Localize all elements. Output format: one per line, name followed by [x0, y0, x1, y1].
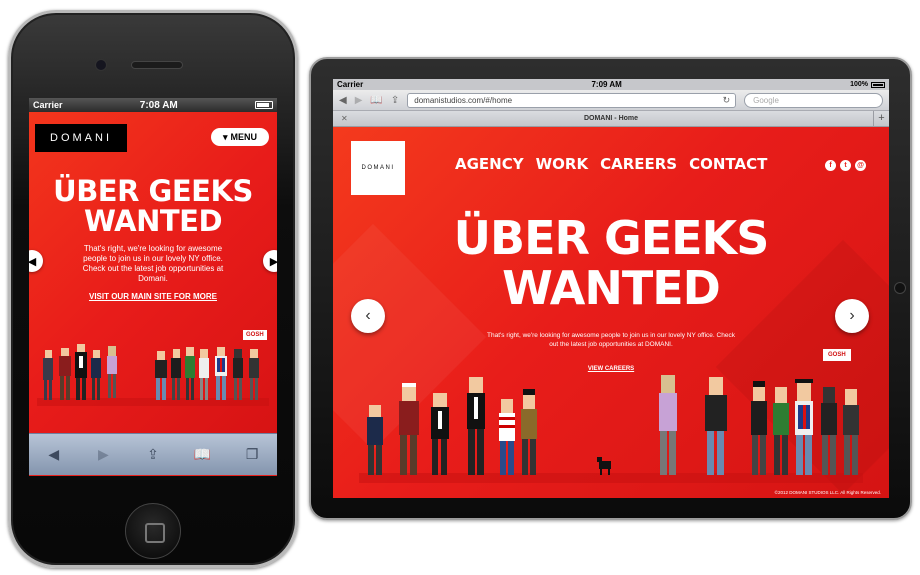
- next-slide-button[interactable]: ›: [835, 299, 869, 333]
- headline-line-2: WANTED: [83, 204, 223, 238]
- nav-item-work[interactable]: WORK: [536, 155, 588, 173]
- previous-slide-button[interactable]: ◀: [29, 250, 43, 272]
- battery-icon: [254, 101, 273, 109]
- bookmarks-icon[interactable]: 📖: [188, 446, 218, 463]
- tabs-icon[interactable]: ❐: [237, 446, 267, 463]
- share-icon[interactable]: ⇪: [391, 95, 399, 106]
- ipad-screen: Carrier 7:09 AM 100% ◀ ▶ 📖 ⇪ domanistudi…: [333, 79, 889, 498]
- battery-percent: 100%: [850, 81, 868, 88]
- iphone-device: Carrier 7:08 AM DOMANI ▾ MENU ÜBER GEEKS…: [8, 10, 298, 568]
- mobile-page: DOMANI ▾ MENU ÜBER GEEKS WANTED ◀ ▶ That…: [29, 112, 277, 433]
- carrier-label: Carrier: [33, 100, 63, 110]
- headline-line-2: WANTED: [502, 261, 721, 315]
- chevron-right-icon: ▶: [269, 255, 277, 268]
- speech-bubble: GOSH: [823, 349, 851, 361]
- chevron-right-icon: ›: [849, 307, 855, 324]
- main-nav: AGENCY WORK CAREERS CONTACT: [455, 155, 767, 173]
- page-headline: ÜBER GEEKS WANTED: [29, 176, 277, 236]
- home-button[interactable]: [125, 503, 181, 559]
- url-text: domanistudios.com/#/home: [414, 95, 513, 105]
- search-field[interactable]: Google: [744, 92, 883, 108]
- view-careers-link[interactable]: VIEW CAREERS: [333, 366, 889, 372]
- search-placeholder: Google: [753, 95, 779, 105]
- triangle-down-icon: ▾: [222, 131, 228, 142]
- facebook-icon[interactable]: f: [825, 160, 836, 171]
- nav-item-contact[interactable]: CONTACT: [689, 155, 767, 173]
- address-bar[interactable]: domanistudios.com/#/home ↻: [407, 92, 737, 108]
- domani-logo[interactable]: DOMANI: [351, 141, 405, 195]
- tablet-page: DOMANI AGENCY WORK CAREERS CONTACT f t @…: [333, 127, 889, 498]
- previous-slide-button[interactable]: ‹: [351, 299, 385, 333]
- back-arrow-icon[interactable]: ◀: [339, 95, 347, 106]
- copyright: ©2012 DOMANI STUDIOS LLC. All Rights Res…: [774, 490, 881, 495]
- email-icon[interactable]: @: [855, 160, 866, 171]
- nav-item-careers[interactable]: CAREERS: [600, 155, 677, 173]
- tab-title[interactable]: DOMANI - Home: [333, 115, 889, 122]
- safari-toolbar: ◀ ▶ ⇪ 📖 ❐: [29, 433, 277, 475]
- clock: 7:09 AM: [591, 80, 622, 89]
- headline-line-1: ÜBER GEEKS: [453, 211, 770, 265]
- home-button[interactable]: [894, 282, 906, 294]
- clock: 7:08 AM: [139, 99, 178, 111]
- iphone-screen: Carrier 7:08 AM DOMANI ▾ MENU ÜBER GEEKS…: [29, 98, 277, 476]
- social-links: f t @: [825, 160, 866, 171]
- menu-label: MENU: [230, 132, 258, 142]
- pixel-people-illustration: [37, 344, 269, 406]
- bookmarks-icon[interactable]: 📖: [370, 95, 382, 106]
- safari-nav-bar: ◀ ▶ 📖 ⇪ domanistudios.com/#/home ↻ Googl…: [333, 90, 889, 111]
- ipad-status-bar: Carrier 7:09 AM 100%: [333, 79, 889, 90]
- chevron-left-icon: ◀: [29, 255, 37, 268]
- new-tab-button[interactable]: +: [873, 111, 889, 126]
- back-arrow-icon[interactable]: ◀: [39, 446, 69, 463]
- chevron-left-icon: ‹: [365, 307, 371, 324]
- main-site-link[interactable]: VISIT OUR MAIN SITE FOR MORE: [29, 292, 277, 301]
- domani-logo[interactable]: DOMANI: [35, 124, 127, 152]
- carrier-label: Carrier: [337, 80, 364, 89]
- menu-button[interactable]: ▾ MENU: [211, 128, 269, 146]
- forward-arrow-icon[interactable]: ▶: [88, 446, 118, 463]
- pixel-people-illustration: [359, 375, 863, 483]
- nav-item-agency[interactable]: AGENCY: [455, 155, 524, 173]
- next-slide-button[interactable]: ▶: [263, 250, 277, 272]
- reload-icon[interactable]: ↻: [723, 95, 731, 106]
- camera-icon: [95, 59, 107, 71]
- headline-line-1: ÜBER GEEKS: [53, 174, 253, 208]
- tab-bar: ✕ DOMANI - Home +: [333, 111, 889, 127]
- share-icon[interactable]: ⇪: [138, 446, 168, 463]
- page-headline: ÜBER GEEKS WANTED: [333, 213, 889, 313]
- intro-paragraph: That's right, we're looking for awesome …: [487, 332, 735, 348]
- speaker-grille: [131, 61, 183, 69]
- ipad-device: Carrier 7:09 AM 100% ◀ ▶ 📖 ⇪ domanistudi…: [309, 57, 912, 520]
- forward-arrow-icon[interactable]: ▶: [355, 95, 363, 106]
- iphone-status-bar: Carrier 7:08 AM: [29, 98, 277, 112]
- intro-paragraph: That's right, we're looking for awesome …: [82, 244, 224, 283]
- twitter-icon[interactable]: t: [840, 160, 851, 171]
- battery-icon: [870, 81, 885, 88]
- battery-indicator: 100%: [850, 81, 885, 88]
